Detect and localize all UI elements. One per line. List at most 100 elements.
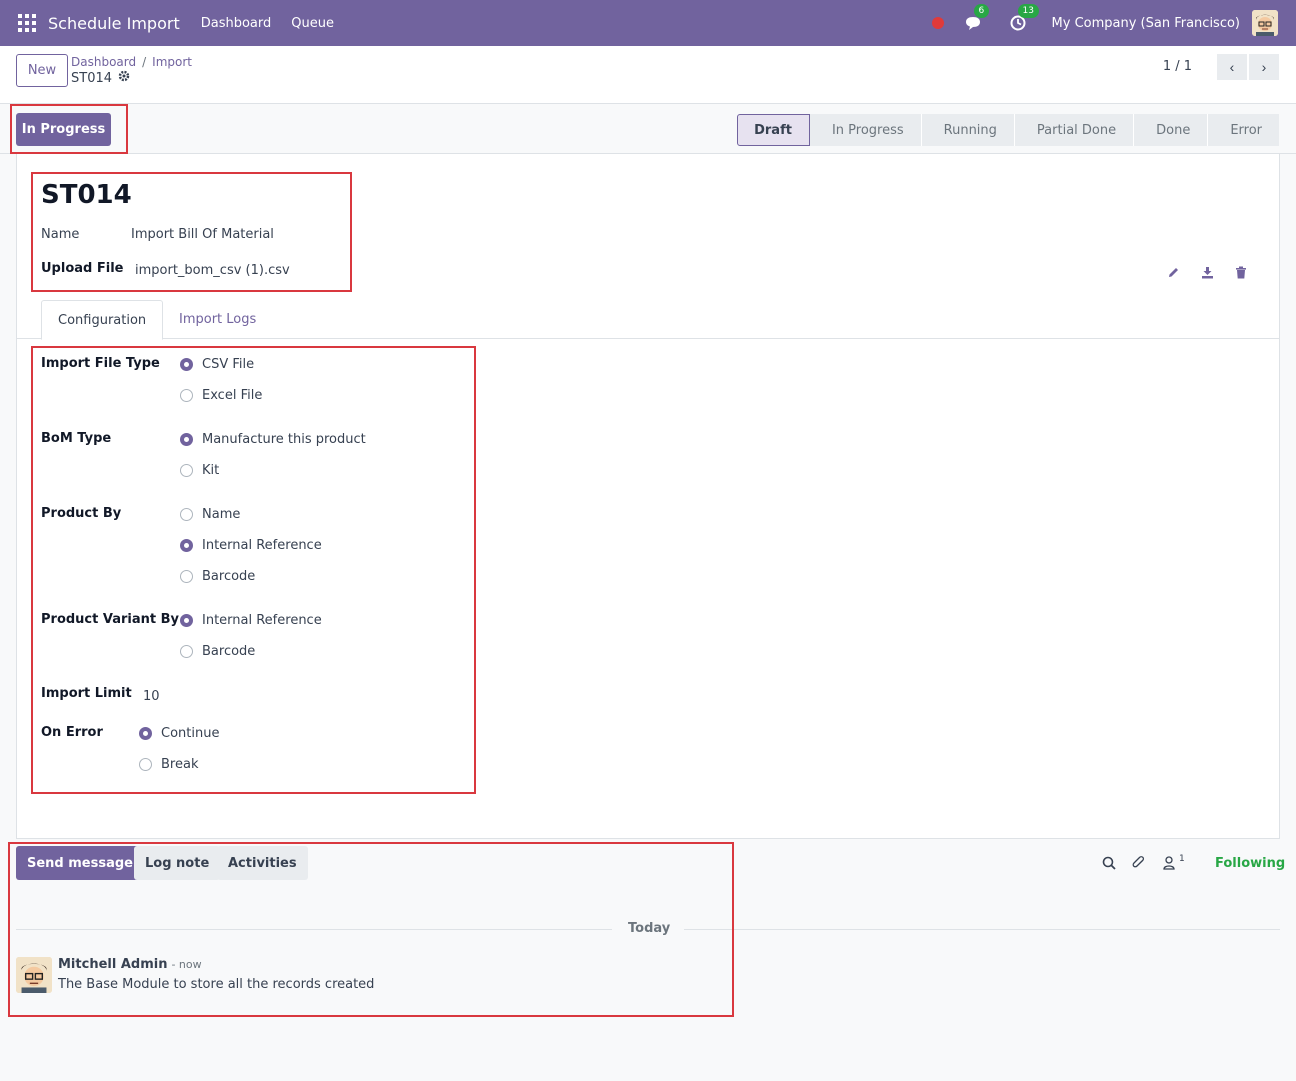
control-panel: New Dashboard / Import ST014 1 / 1 ‹ › [0, 46, 1296, 104]
radio-empty-icon [139, 758, 152, 771]
download-icon[interactable] [1199, 264, 1215, 280]
radio-empty-icon [180, 645, 193, 658]
import-limit-label: Import Limit [41, 686, 132, 701]
nav-queue[interactable]: Queue [291, 16, 334, 31]
upload-file-label: Upload File [41, 261, 124, 276]
radio-selected-icon [139, 727, 152, 740]
messages-icon[interactable]: 6 [964, 4, 990, 33]
in-progress-button[interactable]: In Progress [16, 113, 111, 146]
app-brand[interactable]: Schedule Import [48, 14, 180, 33]
radio-variant-barcode[interactable]: Barcode [180, 644, 255, 659]
radio-empty-icon [180, 464, 193, 477]
trash-icon[interactable] [1233, 264, 1249, 280]
radio-label: Kit [202, 463, 220, 478]
stage-pipeline: Draft In Progress Running Partial Done D… [737, 114, 1279, 146]
stage-running[interactable]: Running [921, 114, 1015, 146]
radio-empty-icon [180, 508, 193, 521]
radio-selected-icon [180, 539, 193, 552]
radio-product-barcode[interactable]: Barcode [180, 569, 255, 584]
radio-empty-icon [180, 389, 193, 402]
message-author-avatar[interactable] [16, 957, 52, 993]
statusbar: In Progress Draft In Progress Running Pa… [0, 104, 1296, 154]
gear-icon[interactable] [118, 70, 130, 86]
activities-clock-icon[interactable]: 13 [1008, 4, 1039, 33]
radio-label: Barcode [202, 569, 256, 584]
name-value: Import Bill Of Material [131, 227, 274, 242]
stage-done[interactable]: Done [1134, 114, 1209, 146]
form-tabs: Configuration Import Logs [17, 300, 1279, 340]
radio-label: Internal Reference [202, 538, 322, 553]
apps-menu-icon[interactable] [18, 14, 36, 32]
pager-value[interactable]: 1 / 1 [1163, 59, 1192, 74]
send-message-button[interactable]: Send message [16, 846, 144, 880]
upload-file-value[interactable]: import_bom_csv (1).csv [135, 263, 290, 278]
record-name: ST014 [71, 70, 130, 86]
file-actions [1165, 264, 1249, 280]
recording-indicator-icon[interactable] [931, 17, 944, 29]
radio-variant-internal-ref[interactable]: Internal Reference [180, 613, 322, 628]
radio-label: Excel File [202, 388, 263, 403]
message-time: - now [171, 958, 202, 971]
chevron-right-icon: › [1261, 59, 1267, 75]
breadcrumb: Dashboard / Import [71, 55, 192, 69]
radio-label: Name [202, 507, 241, 522]
stage-in-progress[interactable]: In Progress [809, 114, 922, 146]
radio-label: Internal Reference [202, 613, 322, 628]
radio-csv-file[interactable]: CSV File [180, 357, 254, 372]
company-switcher[interactable]: My Company (San Francisco) [1052, 16, 1240, 31]
log-note-button[interactable]: Log note [134, 846, 221, 880]
radio-break[interactable]: Break [139, 757, 198, 772]
tab-configuration[interactable]: Configuration [41, 300, 164, 340]
radio-selected-icon [180, 614, 193, 627]
stage-draft[interactable]: Draft [737, 114, 810, 146]
activities-badge: 13 [1017, 4, 1039, 18]
following-button[interactable]: Following [1215, 856, 1285, 871]
radio-selected-icon [180, 358, 193, 371]
radio-kit[interactable]: Kit [180, 463, 219, 478]
import-limit-input[interactable]: 10 [143, 689, 160, 704]
chatter-tools: 1 [1101, 854, 1185, 871]
radio-continue[interactable]: Continue [139, 726, 219, 741]
top-navbar: Schedule Import Dashboard Queue 6 13 My … [0, 0, 1296, 46]
radio-label: Manufacture this product [202, 432, 366, 447]
import-file-type-label: Import File Type [41, 356, 160, 371]
breadcrumb-import[interactable]: Import [152, 55, 192, 69]
chevron-left-icon: ‹ [1229, 59, 1235, 75]
paperclip-icon[interactable] [1131, 855, 1147, 871]
radio-excel-file[interactable]: Excel File [180, 388, 262, 403]
activities-button[interactable]: Activities [217, 846, 308, 880]
on-error-label: On Error [41, 725, 103, 740]
message-author-name: Mitchell Admin [58, 957, 168, 972]
radio-label: Continue [161, 726, 220, 741]
radio-label: Break [161, 757, 199, 772]
name-label: Name [41, 227, 80, 242]
day-divider-left [16, 929, 612, 930]
record-name-text: ST014 [71, 70, 113, 86]
follower-user-icon[interactable] [1161, 855, 1177, 871]
radio-selected-icon [180, 433, 193, 446]
pager-next-button[interactable]: › [1249, 54, 1279, 80]
product-by-label: Product By [41, 506, 122, 521]
day-label: Today [628, 921, 671, 936]
pager-previous-button[interactable]: ‹ [1217, 54, 1247, 80]
pencil-icon[interactable] [1165, 264, 1181, 280]
radio-manufacture[interactable]: Manufacture this product [180, 432, 366, 447]
breadcrumb-dashboard[interactable]: Dashboard [71, 55, 136, 69]
messages-badge: 6 [973, 4, 990, 18]
message-author[interactable]: Mitchell Admin - now [58, 957, 202, 972]
nav-dashboard[interactable]: Dashboard [201, 16, 272, 31]
radio-label: Barcode [202, 644, 256, 659]
stage-partial-done[interactable]: Partial Done [1014, 114, 1135, 146]
radio-product-internal-ref[interactable]: Internal Reference [180, 538, 322, 553]
new-button[interactable]: New [16, 54, 68, 87]
radio-product-name[interactable]: Name [180, 507, 240, 522]
record-title: ST014 [41, 180, 132, 210]
message-body: The Base Module to store all the records… [58, 977, 375, 992]
tab-import-logs[interactable]: Import Logs [163, 300, 272, 339]
radio-empty-icon [180, 570, 193, 583]
followers-count: 1 [1179, 854, 1185, 864]
stage-error[interactable]: Error [1208, 114, 1279, 146]
user-avatar[interactable] [1252, 10, 1278, 36]
product-variant-by-label: Product Variant By [41, 612, 180, 627]
search-icon[interactable] [1101, 855, 1117, 871]
